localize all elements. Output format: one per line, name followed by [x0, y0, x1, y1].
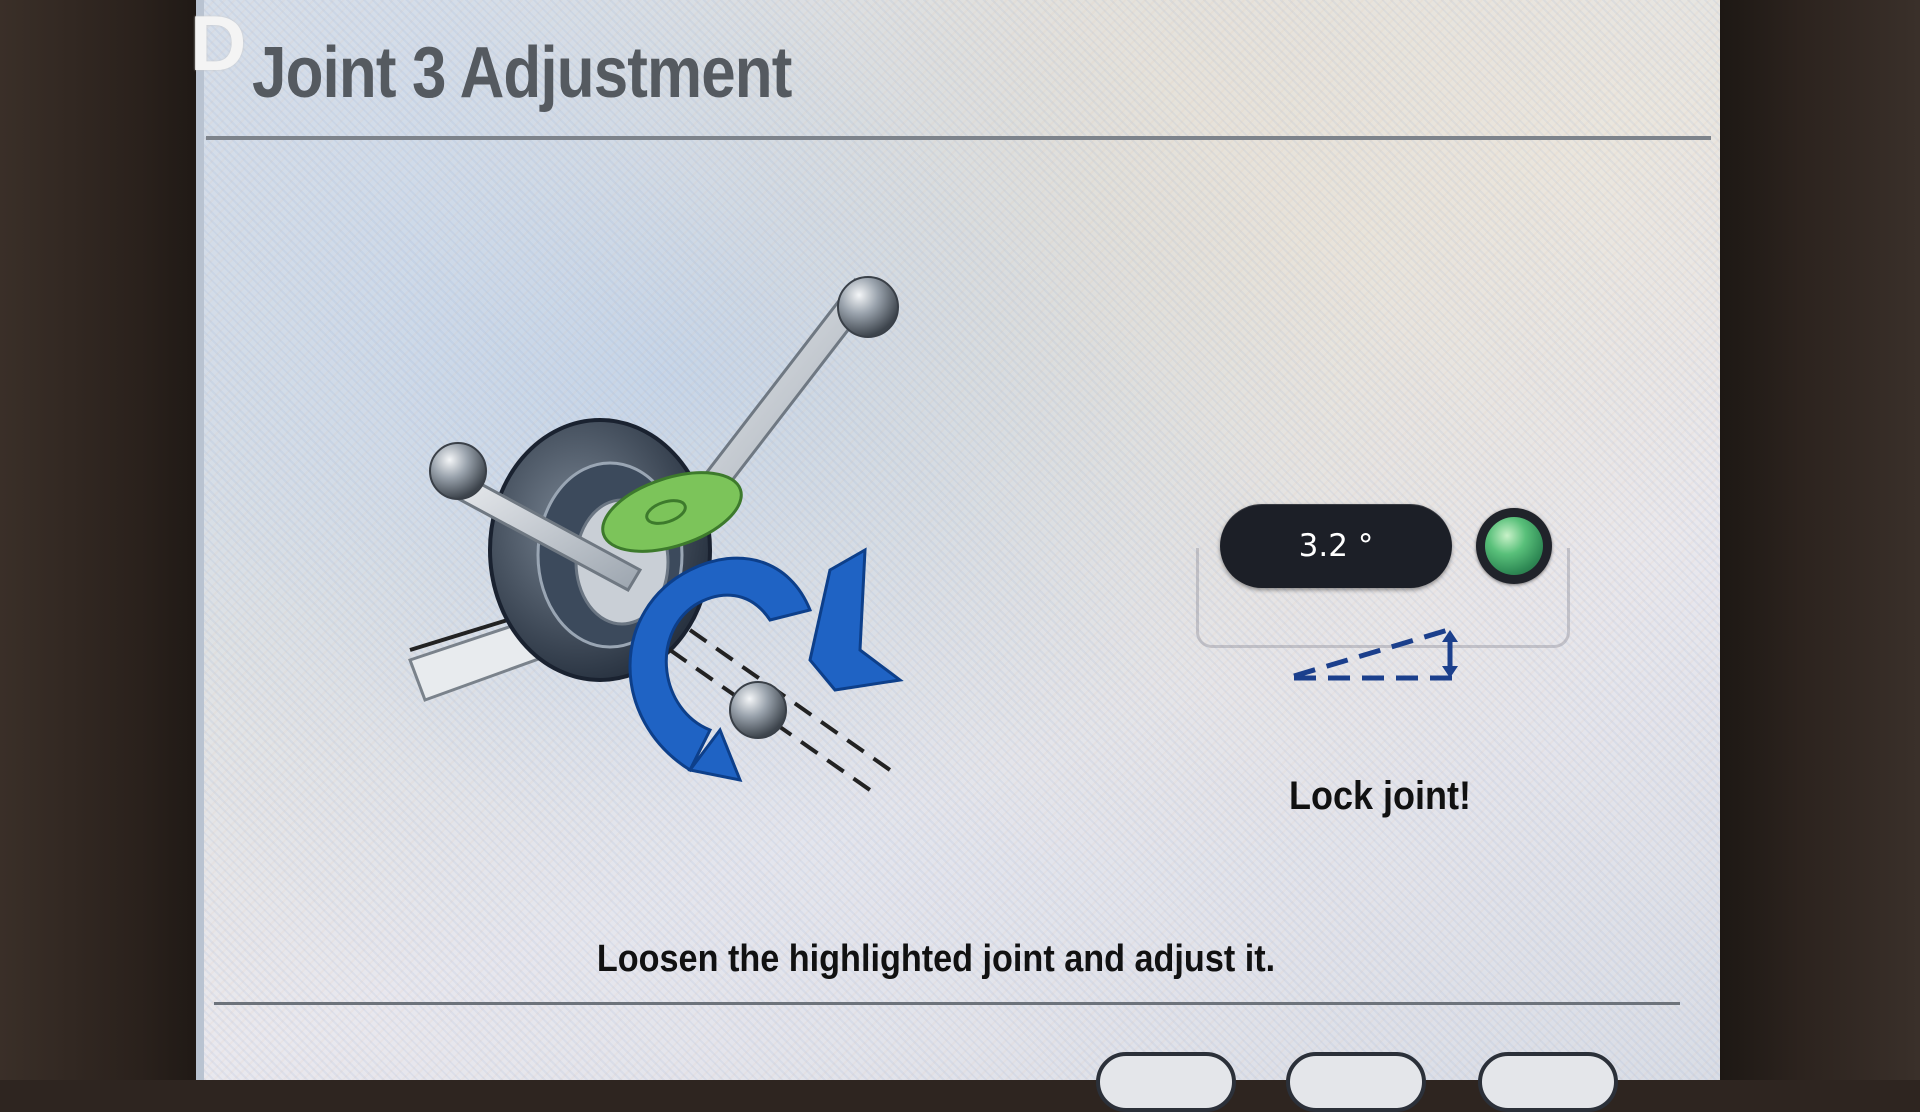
status-light-icon	[1476, 508, 1552, 584]
logo-letter: D	[190, 0, 247, 87]
header-divider	[206, 136, 1711, 140]
instruction-text: Loosen the highlighted joint and adjust …	[596, 938, 1276, 980]
monitor-bezel-right	[1720, 0, 1920, 1080]
lock-joint-status: Lock joint!	[1289, 774, 1471, 818]
tilt-angle-icon	[1293, 627, 1458, 681]
marker-ball-lower	[729, 681, 787, 739]
footer-divider	[214, 1002, 1680, 1005]
page-title: Joint 3 Adjustment	[252, 33, 792, 113]
footer-button-1[interactable]	[1096, 1052, 1236, 1112]
marker-ball-left	[429, 442, 487, 500]
monitor-bezel-left	[0, 0, 200, 1080]
footer-button-3[interactable]	[1478, 1052, 1618, 1112]
marker-ball-upper	[837, 276, 899, 338]
angle-readout: 3.2 °	[1220, 504, 1452, 588]
angle-reading-panel: 3.2 °	[1196, 500, 1576, 700]
joint-illustration	[408, 276, 904, 792]
footer-button-2[interactable]	[1286, 1052, 1426, 1112]
rotation-arrow-secondary-icon	[808, 547, 904, 692]
